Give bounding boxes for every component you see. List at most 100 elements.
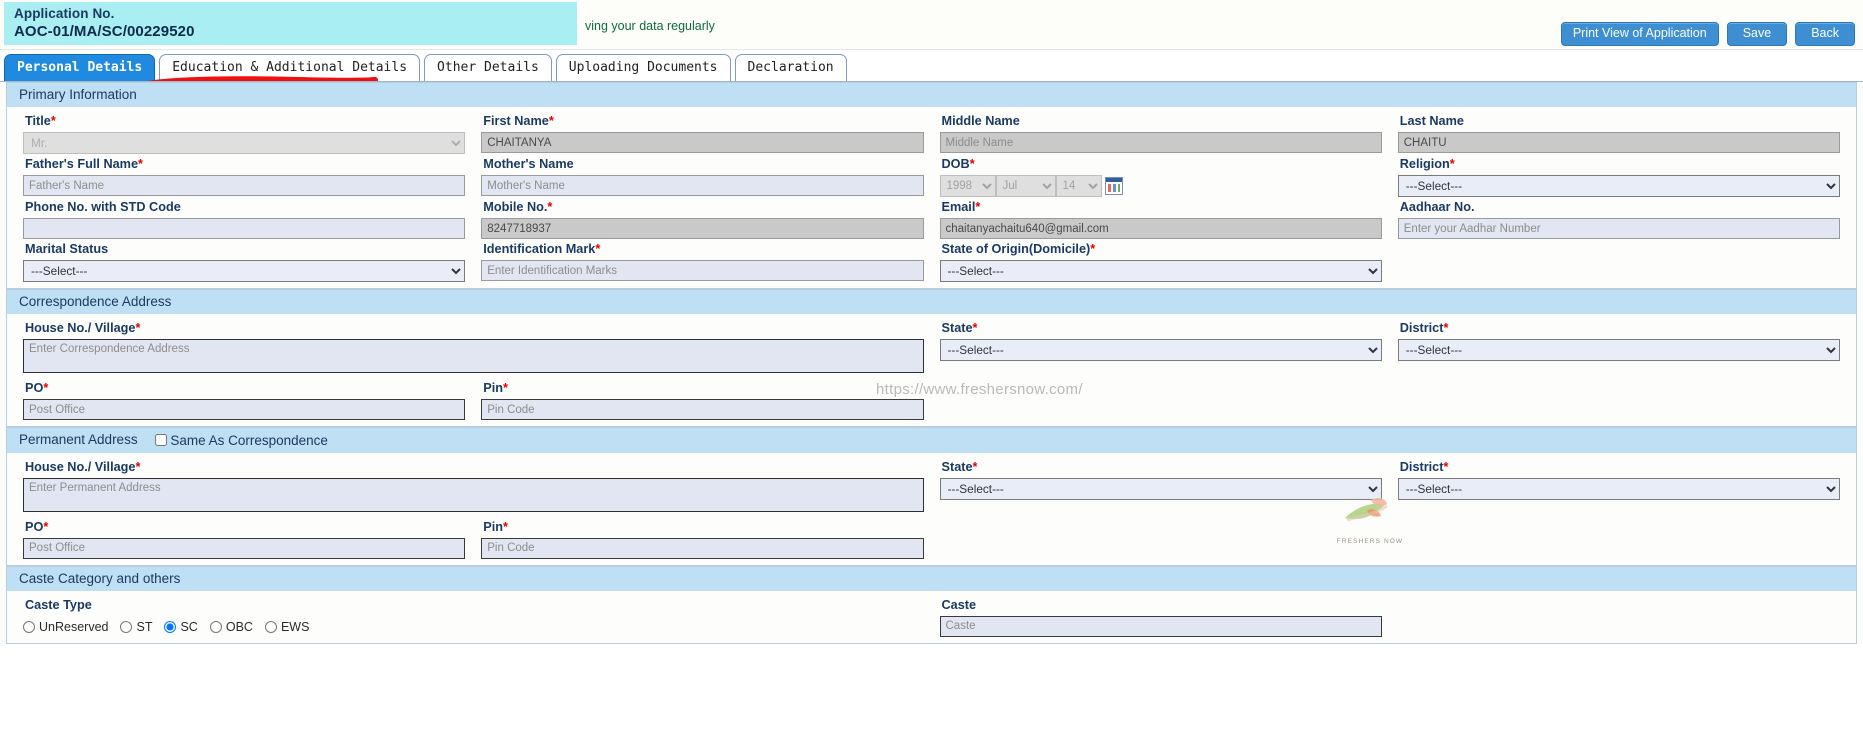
field-spacer — [932, 378, 1849, 420]
field-spacer — [1390, 595, 1848, 637]
last-name-input[interactable] — [1397, 132, 1840, 153]
tab-uploading-documents[interactable]: Uploading Documents — [555, 54, 731, 81]
label-corr-po: PO* — [25, 381, 49, 395]
dob-group: 1998 Jul 14 — [939, 175, 1382, 197]
label-perm-district: District* — [1399, 459, 1449, 474]
caste-type-radio-group: UnReserved ST SC OBC EWS — [23, 616, 924, 634]
tab-bar: Personal Details Education & Additional … — [0, 50, 1863, 88]
application-no-box: Application No. AOC-01/MA/SC/00229520 — [4, 2, 577, 45]
label-corr-house-village: House No./ Village* — [25, 321, 141, 335]
save-button[interactable]: Save — [1726, 22, 1788, 46]
label-aadhaar-no: Aadhaar No. — [1399, 200, 1475, 214]
application-no-label: Application No. — [14, 6, 115, 21]
perm-address-textarea[interactable] — [23, 477, 924, 512]
fathers-full-name-input[interactable] — [23, 175, 466, 196]
label-fathers-full-name: Father's Full Name* — [25, 157, 143, 171]
section-primary-information: Primary Information Title* Mr. First Nam… — [6, 82, 1857, 289]
label-perm-pin: Pin* — [483, 519, 508, 534]
caste-radio-sc[interactable] — [164, 620, 177, 633]
caste-radio-st[interactable] — [120, 620, 133, 633]
state-of-origin-select[interactable]: ---Select--- — [939, 260, 1382, 282]
identification-mark-input[interactable] — [481, 260, 924, 281]
tab-personal-details[interactable]: Personal Details — [4, 54, 156, 81]
permanent-address-title: Permanent Address — [19, 432, 138, 447]
corr-pin-input[interactable] — [481, 399, 924, 420]
dob-month-select[interactable]: Jul — [995, 175, 1056, 197]
religion-select[interactable]: ---Select--- — [1397, 175, 1840, 197]
same-as-correspondence-group: Same As Correspondence — [155, 433, 328, 448]
page-header: Application No. AOC-01/MA/SC/00229520 vi… — [0, 0, 1863, 50]
field-last-name: Last Name — [1390, 111, 1848, 154]
first-name-input[interactable] — [481, 132, 924, 153]
middle-name-input[interactable] — [939, 132, 1382, 153]
application-no-value: AOC-01/MA/SC/00229520 — [14, 23, 195, 40]
label-last-name: Last Name — [1399, 114, 1464, 128]
required-asterisk: * — [547, 200, 553, 214]
title-select[interactable]: Mr. — [23, 132, 466, 154]
required-asterisk: * — [503, 519, 508, 534]
tab-declaration[interactable]: Declaration — [734, 54, 847, 81]
email-input[interactable] — [939, 218, 1382, 239]
field-corr-house-village: House No./ Village* — [15, 318, 932, 378]
caste-radio-obc[interactable] — [209, 620, 222, 633]
marital-status-select[interactable]: ---Select--- — [23, 260, 466, 282]
field-corr-state: State* ---Select--- — [932, 318, 1390, 378]
calendar-icon[interactable] — [1104, 177, 1123, 195]
field-title: Title* Mr. — [15, 111, 473, 154]
label-first-name: First Name* — [483, 114, 554, 128]
label-corr-district: District* — [1399, 321, 1449, 335]
field-spacer — [932, 517, 1849, 559]
field-spacer — [1390, 239, 1848, 282]
dob-day-select[interactable]: 14 — [1055, 175, 1102, 197]
perm-district-select[interactable]: ---Select--- — [1397, 477, 1840, 500]
caste-label-obc[interactable]: OBC — [226, 620, 253, 634]
tab-education-additional-details[interactable]: Education & Additional Details — [159, 54, 421, 81]
form-row: Father's Full Name* Mother's Name DOB* 1… — [15, 154, 1848, 197]
corr-district-select[interactable]: ---Select--- — [1397, 339, 1840, 361]
mothers-name-input[interactable] — [481, 175, 924, 196]
label-phone-std: Phone No. with STD Code — [25, 200, 181, 214]
field-corr-po: PO* — [15, 378, 473, 420]
phone-std-input[interactable] — [23, 218, 466, 239]
caste-label-unreserved[interactable]: UnReserved — [39, 620, 108, 634]
caste-label-sc[interactable]: SC — [180, 620, 197, 634]
form-row: PO* Pin* — [15, 378, 1848, 420]
required-asterisk: * — [975, 200, 981, 214]
same-as-correspondence-checkbox[interactable] — [155, 434, 168, 447]
caste-option-sc: SC — [164, 620, 198, 634]
caste-radio-unreserved[interactable] — [23, 620, 35, 633]
field-first-name: First Name* — [473, 111, 931, 154]
caste-label-st[interactable]: ST — [136, 620, 152, 634]
field-corr-district: District* ---Select--- — [1390, 318, 1848, 378]
dob-year-select[interactable]: 1998 — [939, 175, 996, 197]
corr-po-input[interactable] — [23, 399, 466, 420]
caste-input[interactable] — [939, 615, 1382, 637]
aadhaar-no-input[interactable] — [1397, 218, 1840, 239]
tab-other-details[interactable]: Other Details — [424, 54, 552, 81]
section-title-primary-information: Primary Information — [7, 82, 1856, 107]
label-corr-state: State* — [941, 321, 978, 335]
required-asterisk: * — [595, 242, 601, 256]
required-asterisk: * — [138, 157, 143, 171]
label-corr-pin: Pin* — [483, 381, 508, 395]
perm-po-input[interactable] — [23, 537, 466, 559]
required-asterisk: * — [969, 157, 975, 171]
mobile-no-input[interactable] — [481, 218, 924, 239]
perm-state-select[interactable]: ---Select--- — [939, 477, 1382, 500]
field-religion: Religion* ---Select--- — [1390, 154, 1848, 197]
same-as-correspondence-label[interactable]: Same As Correspondence — [170, 433, 328, 448]
label-middle-name: Middle Name — [941, 114, 1020, 128]
label-mothers-name: Mother's Name — [483, 157, 574, 171]
required-asterisk: * — [135, 459, 141, 474]
caste-label-ews[interactable]: EWS — [281, 620, 309, 634]
perm-pin-input[interactable] — [481, 537, 924, 559]
back-button[interactable]: Back — [1795, 22, 1855, 46]
section-caste-category: Caste Category and others Caste Type UnR… — [6, 565, 1857, 644]
corr-state-select[interactable]: ---Select--- — [939, 339, 1382, 361]
required-asterisk: * — [1090, 242, 1096, 256]
field-mothers-name: Mother's Name — [473, 154, 931, 197]
caste-radio-ews[interactable] — [264, 620, 277, 633]
print-view-of-application-button[interactable]: Print View of Application — [1560, 22, 1719, 46]
form-row: Caste Type UnReserved ST SC OBC EWS Cast… — [15, 595, 1848, 637]
corr-address-textarea[interactable] — [23, 339, 924, 373]
